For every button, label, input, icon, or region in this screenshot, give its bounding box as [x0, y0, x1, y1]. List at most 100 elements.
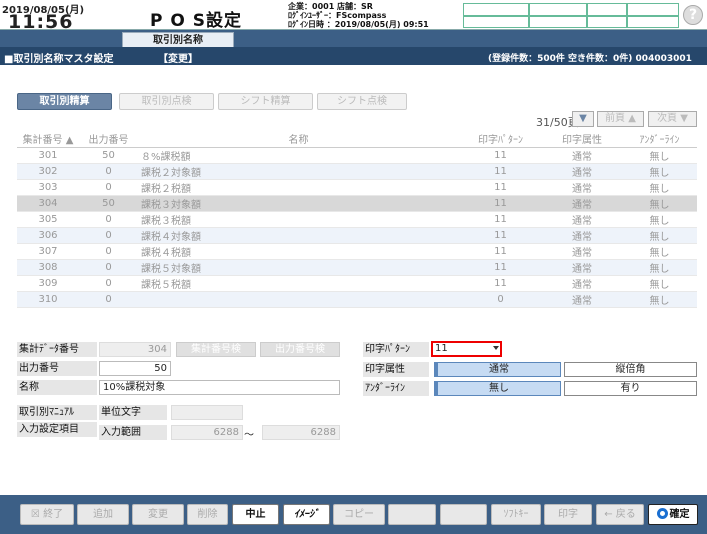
tab-name-master[interactable]: 取引別名称 [122, 32, 234, 48]
cell-print-pattern: 11 [459, 195, 542, 212]
range-from-field[interactable]: 6288 [171, 425, 243, 440]
cancel-button[interactable]: 中止 [232, 504, 279, 525]
delete-button[interactable]: 削除 [187, 504, 228, 525]
table-row[interactable]: 308 0 課税５対象額 11 通常 無し [17, 259, 697, 276]
print-button[interactable]: 印字 [544, 504, 592, 525]
tab-bar [0, 30, 707, 47]
cell-print-pattern: 11 [459, 211, 542, 228]
output-no-search-button[interactable]: 出力番号検 [260, 342, 340, 357]
tab-shift-check[interactable]: シフト点検 [317, 93, 407, 110]
cell-print-attr: 通常 [542, 179, 622, 196]
table-row[interactable]: 307 0 課税４税額 11 通常 無し [17, 243, 697, 260]
login-user: ﾛｸﾞｲﾝﾕｰｻﾞｰ：FScompass [288, 11, 387, 20]
cell-output-no: 0 [79, 243, 138, 260]
tab-trade-check[interactable]: 取引別点検 [119, 93, 214, 110]
table-row[interactable]: 301 50 ８%課税額 11 通常 無し [17, 147, 697, 164]
cell-name: 課税４対象額 [138, 227, 459, 244]
back-label: 戻る [615, 509, 636, 520]
cell-output-no: 0 [79, 227, 138, 244]
name-field[interactable]: 10%課税対象 [99, 380, 340, 395]
change-button[interactable]: 変更 [132, 504, 184, 525]
col-header-total-no[interactable]: 集計番号 ▲ [17, 131, 79, 148]
cell-underline: 無し [622, 227, 697, 244]
prev-page-button[interactable]: 前頁 ▲ [597, 111, 644, 127]
page-dropdown-button[interactable]: ▼ [572, 111, 594, 127]
dropdown-arrow-icon [493, 346, 499, 350]
status-box-5 [463, 16, 529, 28]
table-row[interactable]: 303 0 課税２税額 11 通常 無し [17, 179, 697, 196]
unit-label: 単位文字 [99, 405, 167, 420]
table-row[interactable]: 305 0 課税３税額 11 通常 無し [17, 211, 697, 228]
range-separator: ～ [244, 430, 254, 441]
cell-print-attr: 通常 [542, 211, 622, 228]
cell-print-pattern: 11 [459, 275, 542, 292]
next-page-button[interactable]: 次頁 ▼ [648, 111, 697, 127]
cell-print-attr: 通常 [542, 243, 622, 260]
table-row[interactable]: 304 50 課税３対象額 11 通常 無し [17, 195, 697, 212]
add-button[interactable]: 追加 [77, 504, 129, 525]
col-header-print-pattern: 印字ﾊﾟﾀｰﾝ [459, 131, 542, 148]
cell-underline: 無し [622, 243, 697, 260]
tab-trade-settle[interactable]: 取引別精算 [17, 93, 112, 110]
confirm-button[interactable]: 確定 [648, 504, 698, 525]
tab-shift-settle[interactable]: シフト精算 [218, 93, 313, 110]
cell-name: 課税３税額 [138, 211, 459, 228]
cell-print-pattern: 11 [459, 227, 542, 244]
back-button[interactable]: ← 戻る [596, 504, 644, 525]
section-title: ■取引別名称マスタ設定 [4, 54, 114, 65]
cell-underline: 無し [622, 195, 697, 212]
print-attr-label: 印字属性 [363, 362, 429, 377]
cell-total-no: 310 [17, 291, 79, 308]
arrow-left-icon: ← [604, 509, 613, 520]
table-row[interactable]: 306 0 課税４対象額 11 通常 無し [17, 227, 697, 244]
cell-print-pattern: 11 [459, 163, 542, 180]
blank-button-2[interactable] [440, 504, 487, 525]
unit-field[interactable] [171, 405, 243, 420]
edit-mode: 【変更】 [158, 54, 198, 65]
cell-name: 課税２対象額 [138, 163, 459, 180]
cell-name: 課税５税額 [138, 275, 459, 292]
cell-total-no: 306 [17, 227, 79, 244]
cell-total-no: 302 [17, 163, 79, 180]
attr-normal-option[interactable]: 通常 [434, 362, 561, 377]
cell-total-no: 307 [17, 243, 79, 260]
cell-underline: 無し [622, 211, 697, 228]
copy-button[interactable]: コピー [333, 504, 385, 525]
cell-print-attr: 通常 [542, 147, 622, 164]
attr-double-option[interactable]: 縦倍角 [564, 362, 697, 377]
cell-underline: 無し [622, 275, 697, 292]
cell-output-no: 0 [79, 163, 138, 180]
underline-none-option[interactable]: 無し [434, 381, 561, 396]
cell-name: 課税２税額 [138, 179, 459, 196]
ring-icon [656, 508, 668, 519]
softkey-button[interactable]: ｿﾌﾄｷｰ [491, 504, 541, 525]
underline-yes-option[interactable]: 有り [564, 381, 697, 396]
cell-underline: 無し [622, 163, 697, 180]
manual-label: 取引別ﾏﾆｭｱﾙ [17, 405, 97, 420]
cell-print-attr: 通常 [542, 275, 622, 292]
table-row[interactable]: 310 0 0 通常 無し [17, 291, 697, 308]
table-row[interactable]: 309 0 課税５税額 11 通常 無し [17, 275, 697, 292]
end-button[interactable]: ☒ 終了 [20, 504, 74, 525]
underline-label: ｱﾝﾀﾞｰﾗｲﾝ [363, 381, 429, 396]
data-no-label: 集計ﾃﾞｰﾀ番号 [17, 342, 97, 357]
help-icon[interactable]: ? [683, 5, 703, 25]
cell-print-pattern: 11 [459, 147, 542, 164]
cell-print-pattern: 11 [459, 259, 542, 276]
image-button[interactable]: ｲﾒｰｼﾞ [283, 504, 330, 525]
cell-name: ８%課税額 [138, 147, 459, 164]
cell-print-attr: 通常 [542, 227, 622, 244]
cell-output-no: 50 [79, 147, 138, 164]
status-box-3 [587, 3, 627, 16]
print-pattern-select[interactable]: 11 [431, 341, 502, 357]
table-row[interactable]: 302 0 課税２対象額 11 通常 無し [17, 163, 697, 180]
cell-underline: 無し [622, 147, 697, 164]
output-no-label: 出力番号 [17, 361, 97, 376]
cell-name [138, 291, 459, 308]
total-no-search-button[interactable]: 集計番号検 [176, 342, 256, 357]
col-header-print-attr: 印字属性 [542, 131, 622, 148]
output-no-field[interactable]: 50 [99, 361, 171, 376]
login-datetime: ﾛｸﾞｲﾝ日時 ：2019/08/05(月) 09:51 [288, 20, 429, 29]
blank-button-1[interactable] [388, 504, 436, 525]
range-to-field[interactable]: 6288 [262, 425, 340, 440]
